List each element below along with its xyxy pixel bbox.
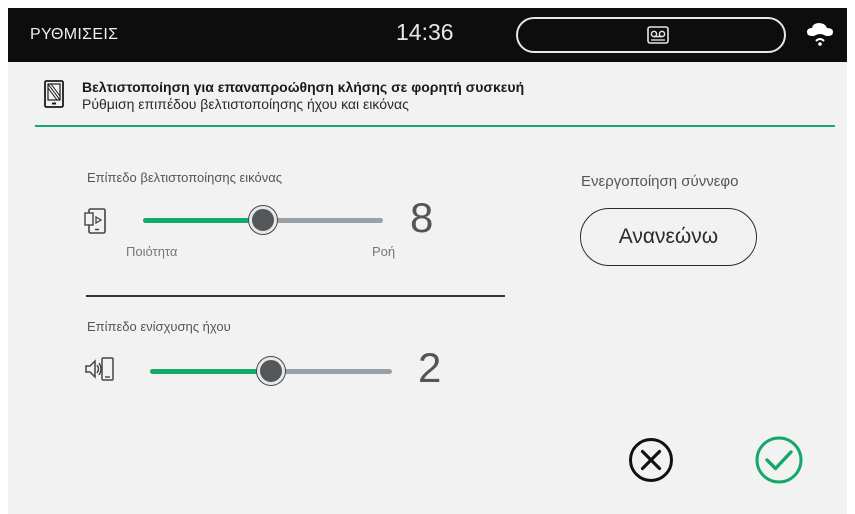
- section-divider: [86, 295, 505, 297]
- image-slider-handle[interactable]: [249, 206, 277, 234]
- voicemail-icon: [647, 26, 669, 49]
- audio-slider-fill: [150, 369, 271, 374]
- screen-title: ΡΥΘΜΙΣΕΙΣ: [30, 26, 119, 43]
- slider-max-label: Ροή: [372, 244, 396, 259]
- check-circle-icon: [755, 436, 803, 484]
- close-circle-icon: [629, 438, 673, 482]
- refresh-button[interactable]: Ανανεώνω: [580, 208, 757, 266]
- image-optimization-label: Επίπεδο βελτιστοποίησης εικόνας: [87, 170, 282, 185]
- audio-boost-value: 2: [418, 344, 442, 391]
- image-optimization-value: 8: [410, 194, 434, 241]
- status-pill[interactable]: [516, 17, 786, 53]
- cloud-wifi-icon[interactable]: [804, 21, 836, 52]
- confirm-button[interactable]: [754, 435, 804, 485]
- top-bar: ΡΥΘΜΙΣΕΙΣ 14:36: [8, 8, 847, 62]
- header-divider: [35, 125, 835, 127]
- page-title: Βελτιστοποίηση για επαναπροώθηση κλήσης …: [82, 79, 525, 95]
- image-slider-fill: [143, 218, 263, 223]
- cloud-activation-label: Ενεργοποίηση σύννεφο: [581, 173, 739, 190]
- audio-boost-label: Επίπεδο ενίσχυσης ήχου: [87, 319, 231, 334]
- speaker-phone-icon: [84, 356, 116, 389]
- audio-slider-handle[interactable]: [257, 357, 285, 385]
- video-phone-icon: [83, 207, 115, 242]
- mobile-device-icon: [43, 80, 65, 113]
- page-subtitle: Ρύθμιση επιπέδου βελτιστοποίησης ήχου κα…: [82, 96, 409, 112]
- cancel-button[interactable]: [628, 437, 674, 483]
- clock: 14:36: [396, 19, 454, 45]
- slider-min-label: Ποιότητα: [126, 244, 178, 259]
